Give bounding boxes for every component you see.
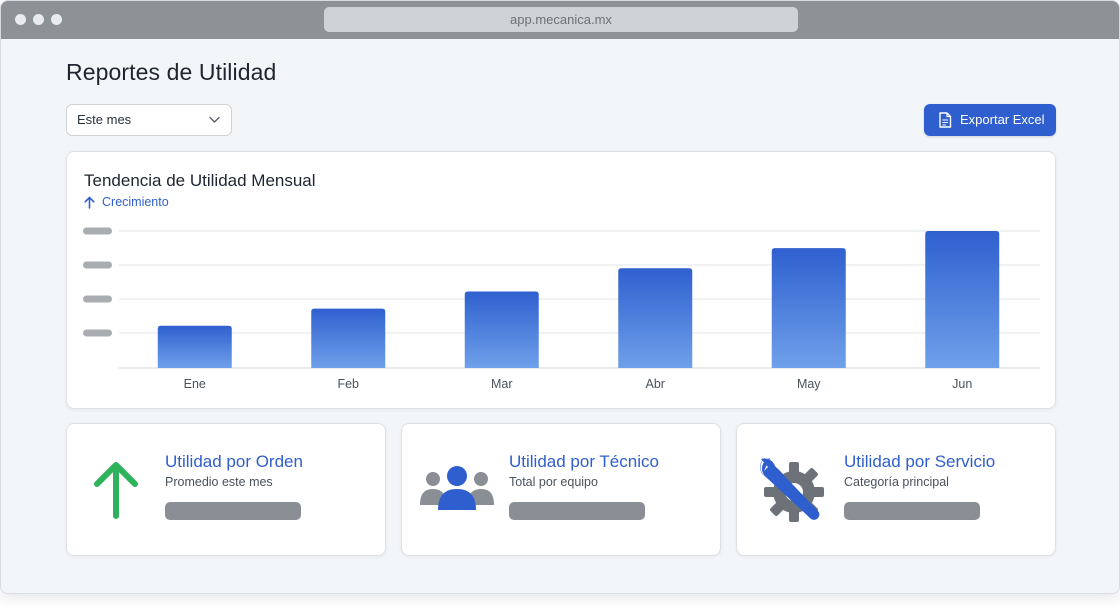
window-minimize-dot[interactable] bbox=[33, 14, 44, 25]
x-tick-label: Jun bbox=[952, 377, 972, 391]
x-tick-label: Feb bbox=[337, 377, 359, 391]
export-excel-label: Exportar Excel bbox=[960, 112, 1045, 127]
bar-may bbox=[771, 248, 846, 368]
profit-trend-chart-card: Tendencia de Utilidad Mensual Crecimient… bbox=[66, 151, 1056, 409]
document-icon bbox=[939, 112, 952, 128]
x-tick-label: May bbox=[797, 377, 821, 391]
period-select-value: Este mes bbox=[77, 112, 132, 127]
x-tick-label: Ene bbox=[184, 377, 206, 391]
window-maximize-dot[interactable] bbox=[51, 14, 62, 25]
address-bar[interactable]: app.mecanica.mx bbox=[324, 7, 798, 32]
bar-chart: Ene Feb Mar Abr May Jun bbox=[83, 227, 1040, 391]
y-tick-placeholder bbox=[83, 227, 112, 235]
card-title: Utilidad por Orden bbox=[165, 452, 303, 471]
card-profit-per-technician[interactable]: Utilidad por Técnico Total por equipo bbox=[401, 423, 721, 556]
bar-jun bbox=[925, 231, 1000, 368]
card-title: Utilidad por Técnico bbox=[509, 452, 659, 471]
bar-abr bbox=[618, 268, 693, 368]
x-tick-label: Mar bbox=[491, 377, 513, 391]
card-title: Utilidad por Servicio bbox=[844, 452, 996, 471]
card-subtitle: Total por equipo bbox=[509, 475, 598, 489]
x-tick-label: Abr bbox=[646, 377, 665, 391]
window-close-dot[interactable] bbox=[15, 14, 26, 25]
page-content: Reportes de Utilidad Este mes Exportar E… bbox=[1, 39, 1119, 593]
card-value-placeholder bbox=[509, 502, 645, 520]
browser-window: app.mecanica.mx Reportes de Utilidad Est… bbox=[0, 0, 1120, 594]
bar-mar bbox=[464, 291, 539, 368]
browser-titlebar: app.mecanica.mx bbox=[1, 1, 1119, 39]
card-profit-per-service[interactable]: Utilidad por Servicio Categoría principa… bbox=[736, 423, 1056, 556]
card-subtitle: Categoría principal bbox=[844, 475, 949, 489]
y-tick-placeholder bbox=[83, 329, 112, 337]
y-tick-placeholder bbox=[83, 261, 112, 269]
card-profit-per-order[interactable]: Utilidad por Orden Promedio este mes bbox=[66, 423, 386, 556]
card-subtitle: Promedio este mes bbox=[165, 475, 273, 489]
card-value-placeholder bbox=[165, 502, 301, 520]
bar-ene bbox=[157, 325, 232, 368]
export-excel-button[interactable]: Exportar Excel bbox=[924, 104, 1056, 136]
arrow-up-icon bbox=[94, 462, 138, 519]
bar-feb bbox=[311, 308, 386, 368]
chevron-down-icon bbox=[209, 116, 220, 123]
period-select[interactable]: Este mes bbox=[66, 104, 232, 136]
team-icon bbox=[420, 466, 494, 510]
page-title: Reportes de Utilidad bbox=[66, 59, 277, 85]
y-tick-placeholder bbox=[83, 295, 112, 303]
card-value-placeholder bbox=[844, 502, 980, 520]
wrench-gear-icon bbox=[760, 458, 824, 522]
